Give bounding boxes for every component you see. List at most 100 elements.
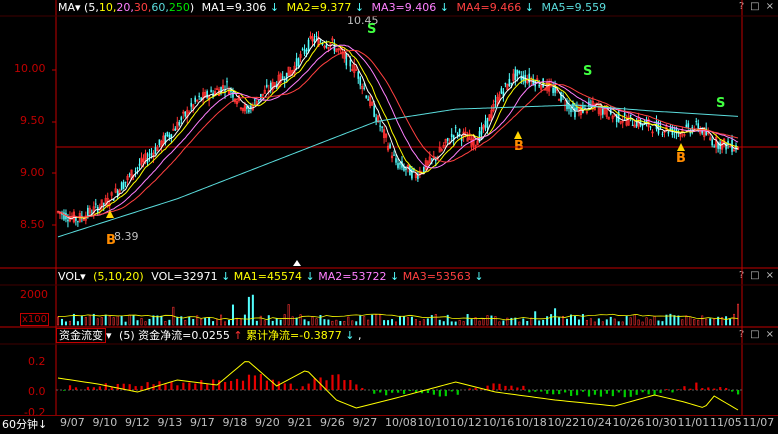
volume-bar xyxy=(77,321,78,325)
volume-bar xyxy=(367,320,368,325)
volume-bar xyxy=(487,316,488,325)
volume-bar xyxy=(463,321,464,325)
fund-flow-bar xyxy=(260,374,262,390)
fund-flow-bar xyxy=(564,390,566,392)
ma20-line xyxy=(58,45,738,217)
fund-flow-bar xyxy=(99,386,101,390)
volume-bar xyxy=(439,320,440,325)
buy-arrow-icon xyxy=(514,131,522,139)
fund-flow-bar xyxy=(546,390,548,394)
volume-bar xyxy=(113,318,114,325)
volume-bar xyxy=(459,320,460,325)
volume-bar xyxy=(690,317,691,325)
candle-body xyxy=(184,112,186,117)
volume-bar xyxy=(324,319,325,325)
volume-bar xyxy=(364,317,365,325)
volume-bar xyxy=(284,315,285,325)
volume-bar xyxy=(352,321,353,325)
volume-bar xyxy=(336,320,337,325)
candle-body xyxy=(270,83,272,89)
fund-flow-bar xyxy=(725,388,727,390)
volume-bar xyxy=(527,321,528,325)
volume-bar xyxy=(320,315,321,325)
volume-bar xyxy=(356,322,357,325)
fund-flow-bar xyxy=(737,390,739,394)
fund-flow-bar xyxy=(606,390,608,394)
fund-flow-bar xyxy=(290,384,292,390)
volume-bar xyxy=(193,319,194,325)
volume-bar xyxy=(65,322,66,325)
candle-body xyxy=(393,155,395,156)
fund-flow-bar xyxy=(719,387,721,390)
candle-body xyxy=(423,167,425,173)
candle-body xyxy=(552,88,554,93)
fund-flow-bar xyxy=(504,386,506,390)
period-label: 60分钟 xyxy=(2,418,38,431)
volume-bar xyxy=(161,316,162,325)
volume-bar xyxy=(224,322,225,325)
time-axis-label: 9/18 xyxy=(223,416,248,429)
time-axis-label: 9/13 xyxy=(158,416,183,429)
volume-bar xyxy=(304,320,305,325)
candle-body xyxy=(624,113,626,116)
volume-bar xyxy=(316,319,317,325)
volume-bar xyxy=(375,314,376,325)
volume-bar xyxy=(455,322,456,325)
volume-bar xyxy=(133,316,134,325)
candle-body xyxy=(320,42,322,43)
fund-flow-bar xyxy=(498,384,500,390)
fund-flow-bar xyxy=(337,374,339,390)
fund-flow-bar xyxy=(284,383,286,390)
candle-body xyxy=(308,40,310,52)
ma30-line xyxy=(58,50,738,216)
volume-bar xyxy=(507,318,508,325)
volume-bar xyxy=(348,317,349,325)
time-axis-label: 10/22 xyxy=(548,416,580,429)
volume-bar xyxy=(622,322,623,325)
candle-body xyxy=(326,45,328,48)
volume-bar xyxy=(93,314,94,325)
fund-flow-bar xyxy=(713,388,715,390)
candle-body xyxy=(570,107,572,112)
candle-body xyxy=(178,122,180,125)
candle-body xyxy=(411,169,413,178)
time-axis-label: 9/20 xyxy=(255,416,280,429)
candle-body xyxy=(511,83,513,84)
fund-flow-bar xyxy=(451,390,453,391)
volume-bar xyxy=(411,317,412,325)
time-axis-label: 9/21 xyxy=(288,416,313,429)
volume-bar xyxy=(427,319,428,325)
fund-flow-bar xyxy=(624,390,626,397)
volume-bar xyxy=(467,314,468,325)
volume-bar xyxy=(678,316,679,325)
chart-canvas[interactable] xyxy=(0,0,778,433)
volume-bar xyxy=(610,317,611,325)
volume-bar xyxy=(698,320,699,325)
period-down-arrow-icon: ↓ xyxy=(38,418,47,431)
fund-flow-bar xyxy=(683,386,685,390)
volume-bar xyxy=(169,320,170,325)
time-axis-label: 11/05 xyxy=(710,416,742,429)
period-selector[interactable]: 60分钟↓ xyxy=(2,416,47,432)
candle-body xyxy=(481,127,483,135)
candle-body xyxy=(668,132,670,134)
candle-body xyxy=(451,134,453,137)
ma5-line xyxy=(58,38,738,219)
volume-bar xyxy=(208,317,209,325)
fund-flow-bar xyxy=(469,388,471,390)
volume-bar xyxy=(296,318,297,325)
volume-bar xyxy=(89,315,90,325)
volume-bar xyxy=(618,322,619,325)
candle-body xyxy=(260,94,262,99)
fund-flow-bar xyxy=(659,390,661,393)
volume-bar xyxy=(686,316,687,325)
fund-flow-bar xyxy=(379,390,381,392)
volume-bar xyxy=(423,320,424,325)
candle-body xyxy=(302,49,304,50)
volume-bar xyxy=(674,316,675,325)
candle-body xyxy=(282,76,284,79)
candle-body xyxy=(632,125,634,126)
volume-bar xyxy=(177,317,178,325)
candle-body xyxy=(123,182,125,189)
candle-body xyxy=(381,127,383,128)
